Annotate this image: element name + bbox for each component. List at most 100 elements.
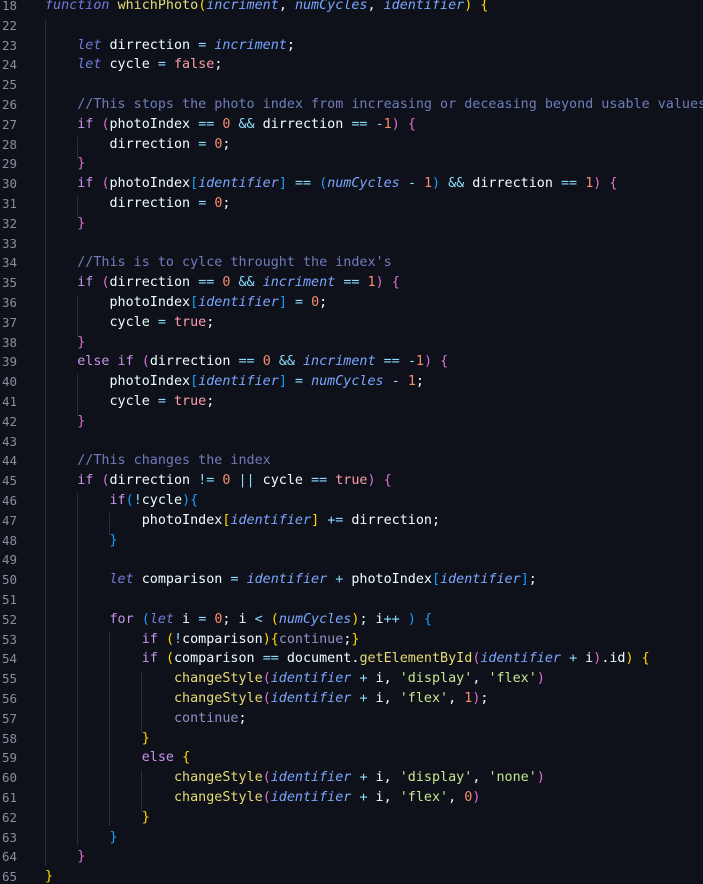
code-token: identifier <box>246 572 328 588</box>
code-text: let comparison = identifier + photoIndex… <box>45 570 537 590</box>
code-line[interactable]: 57 continue; <box>0 709 703 729</box>
code-line[interactable]: 44 //This changes the index <box>0 451 703 471</box>
code-line[interactable]: 46 if(!cycle){ <box>0 491 703 511</box>
code-line[interactable]: 18 function whichPhoto(incriment, numCycl… <box>0 0 703 16</box>
code-token: i, <box>367 691 400 706</box>
code-token: ) <box>262 631 271 647</box>
code-line[interactable]: 26 //This stops the photo index from inc… <box>0 95 703 115</box>
code-token: , <box>278 0 295 13</box>
line-number: 49 <box>2 552 18 568</box>
code-line[interactable]: 41 cycle = true; <box>0 392 703 412</box>
code-line[interactable]: 51 <box>0 590 703 610</box>
code-line[interactable]: 30 if (photoIndex[identifier] == (numCyc… <box>0 174 703 194</box>
code-token: ) <box>472 790 481 805</box>
code-token: 1 <box>367 275 376 291</box>
code-token: = <box>157 394 166 409</box>
code-token: ; <box>222 136 231 152</box>
code-line[interactable]: 34 //This is to cylce throught the index… <box>0 253 703 273</box>
code-line[interactable]: 50 let comparison = identifier + photoIn… <box>0 570 703 590</box>
code-token: if <box>109 493 126 508</box>
code-line[interactable]: 36 photoIndex[identifier] = 0; <box>0 293 703 313</box>
code-line[interactable]: 53 if (!comparison){continue;} <box>0 630 703 650</box>
code-line[interactable]: 31 dirrection = 0; <box>0 194 703 214</box>
code-line[interactable]: 45 if (dirrection != 0 || cycle == true)… <box>0 471 703 491</box>
line-number: 58 <box>2 730 18 746</box>
code-line[interactable]: 49 <box>0 550 703 570</box>
code-token: == <box>311 473 328 489</box>
line-number: 55 <box>2 671 18 687</box>
code-line[interactable]: 55 changeStyle(identifier + i, 'display'… <box>0 669 703 689</box>
code-editor[interactable]: 18 function whichPhoto(incriment, numCycl… <box>0 0 703 884</box>
line-number: 64 <box>2 849 18 865</box>
code-token: dirrection <box>109 473 199 489</box>
code-line[interactable]: 39 else if (dirrection == 0 && incriment… <box>0 352 703 372</box>
code-line[interactable]: 37 cycle = true; <box>0 313 703 333</box>
code-line[interactable]: 58 } <box>0 729 703 749</box>
code-token: ] <box>311 512 320 528</box>
code-line[interactable]: 43 <box>0 432 703 452</box>
code-text: //This stops the photo index from increa… <box>45 95 703 115</box>
code-line[interactable]: 61 changeStyle(identifier + i, 'flex', 0… <box>0 788 703 808</box>
code-line[interactable]: 64 } <box>0 847 703 867</box>
code-token: + <box>359 691 368 706</box>
code-line[interactable]: 25 <box>0 75 703 95</box>
code-line[interactable]: 42 } <box>0 412 703 432</box>
code-token: ( <box>262 671 271 687</box>
code-token: ] <box>278 374 287 390</box>
code-line[interactable]: 63 } <box>0 828 703 848</box>
code-line[interactable]: 47 photoIndex[identifier] += dirrection; <box>0 511 703 531</box>
code-token: ] <box>520 572 529 588</box>
code-line[interactable]: 65} <box>0 867 703 884</box>
code-token: 0 <box>311 295 320 310</box>
code-line[interactable]: 56 changeStyle(identifier + i, 'flex', 1… <box>0 689 703 709</box>
code-line[interactable]: 60 changeStyle(identifier + i, 'display'… <box>0 768 703 788</box>
code-line[interactable]: 62 } <box>0 808 703 828</box>
code-line[interactable]: 27 if (photoIndex == 0 && dirrection == … <box>0 115 703 135</box>
code-text: if (!comparison){continue;} <box>45 630 360 650</box>
code-token: ) <box>536 671 545 687</box>
code-line[interactable]: 29 } <box>0 154 703 174</box>
line-number: 54 <box>2 651 18 667</box>
code-token: || <box>238 473 255 489</box>
code-token: ; <box>214 57 223 73</box>
code-token: 1 <box>407 374 416 390</box>
code-token: ! <box>133 493 142 508</box>
code-token: ) <box>391 116 400 132</box>
code-token: numCycles <box>294 0 368 13</box>
code-token: [ <box>190 374 199 390</box>
code-token: dirrection <box>464 176 561 192</box>
code-line[interactable]: 33 <box>0 234 703 254</box>
code-line[interactable]: 40 photoIndex[identifier] = numCycles - … <box>0 372 703 392</box>
code-text: changeStyle(identifier + i, 'display', '… <box>45 768 545 788</box>
code-line[interactable]: 32 } <box>0 214 703 234</box>
code-line[interactable]: 35 if (dirrection == 0 && incriment == 1… <box>0 273 703 293</box>
code-token: identifier <box>270 770 352 786</box>
code-token: == <box>351 116 368 132</box>
code-token: ( <box>319 176 328 192</box>
line-number: 28 <box>2 136 18 152</box>
code-line[interactable]: 54 if (comparison == document.getElement… <box>0 649 703 669</box>
code-text: if (dirrection == 0 && incriment == 1) { <box>45 273 400 293</box>
code-line[interactable]: 59 else { <box>0 748 703 768</box>
code-token: dirrection <box>45 136 199 152</box>
code-token: , <box>448 691 465 706</box>
code-token: ( <box>101 275 110 291</box>
code-line[interactable]: 52 for (let i = 0; i < (numCycles); i++ … <box>0 610 703 630</box>
code-line[interactable]: 22 <box>0 16 703 36</box>
code-text: //This is to cylce throught the index's <box>45 253 391 273</box>
code-token: ( <box>125 493 134 508</box>
code-token: continue <box>174 710 239 726</box>
code-line[interactable]: 48 } <box>0 531 703 551</box>
code-line[interactable]: 23 let dirrection = incriment; <box>0 36 703 56</box>
code-line[interactable]: 38 } <box>0 333 703 353</box>
code-line[interactable]: 24 let cycle = false; <box>0 55 703 75</box>
code-line[interactable]: 28 dirrection = 0; <box>0 135 703 155</box>
code-token: identifier <box>270 790 352 805</box>
code-text: else { <box>45 748 190 768</box>
code-token: } <box>77 334 86 350</box>
